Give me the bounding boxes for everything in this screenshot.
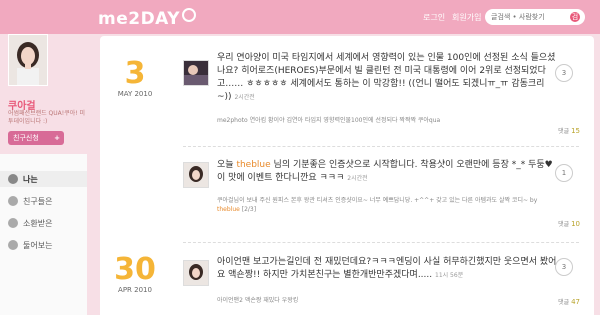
date-month: APR 2010 <box>118 286 152 294</box>
nav-label: 친구들은 <box>23 196 53 206</box>
person-icon <box>8 174 18 184</box>
explore-icon <box>8 240 18 250</box>
timeline: 3 MAY 2010 우리 연아양이 미국 타임지에서 세계에서 영향력이 있는… <box>100 36 594 315</box>
comments-link[interactable]: 댓글 15 <box>530 126 580 135</box>
me2-count-button[interactable]: 1 <box>555 164 573 182</box>
comments-link[interactable]: 댓글 47 <box>530 297 580 306</box>
date-heading: 3 MAY 2010 <box>100 56 170 99</box>
profile-description: 어썸패션브랜드 QUA!쿠아! 미투데이입니다 :) <box>8 110 86 125</box>
post-time[interactable]: 11시 56분 <box>435 272 463 279</box>
post-caption: 쿠아걸님이 보내 주신 원피스 본후 왕관 티셔츠 인증샷이요~ 너무 예쁘답니… <box>217 196 557 214</box>
comments-link[interactable]: 댓글 10 <box>530 219 580 228</box>
divider <box>183 242 579 243</box>
post-text: 아이언맨 보고가는길인데 전 재밌던데요?ㅋㅋㅋ엔딩이 사실 허무하긴했지만 웃… <box>217 256 557 282</box>
post-avatar[interactable] <box>183 260 209 286</box>
caption-text: 쿠아걸님이 보내 주신 원피스 본후 왕관 티셔츠 인증샷이요~ 너무 예쁘답니… <box>217 197 538 204</box>
comments-label: 댓글 <box>558 299 570 306</box>
speech-bubble-icon <box>182 8 197 22</box>
post-body: 오늘 <box>217 160 234 170</box>
post-avatar[interactable] <box>183 162 209 188</box>
post-text: 오늘 theblue 님의 기분좋은 인증샷으로 시작합니다. 착용샷이 오랜만… <box>217 159 557 185</box>
comments-label: 댓글 <box>558 221 570 228</box>
top-bar: me2DAY 로그인 회원가입 검 <box>0 0 600 34</box>
signup-link[interactable]: 회원가입 <box>452 12 481 23</box>
comments-count: 15 <box>571 127 580 135</box>
me2-count-button[interactable]: 3 <box>555 258 573 276</box>
post-time[interactable]: 2시간전 <box>234 94 254 101</box>
post-text: 우리 연아양이 미국 타임지에서 세계에서 영향력이 있는 인물 100인에 선… <box>217 52 557 104</box>
comments-label: 댓글 <box>558 128 570 135</box>
nav-label: 나는 <box>23 174 38 184</box>
nav-item-friends[interactable]: 친구들은 <box>8 193 52 209</box>
mentioned-user-link[interactable]: theblue <box>236 160 270 170</box>
divider <box>183 146 579 147</box>
date-day: 3 <box>124 56 146 91</box>
date-heading: 30 APR 2010 <box>100 252 170 295</box>
nav-item-mentions[interactable]: 소환받은 <box>8 215 52 231</box>
post-avatar[interactable] <box>183 60 209 86</box>
profile-card: 쿠아걸 어썸패션브랜드 QUA!쿠아! 미투데이입니다 :) 친구신청 + <box>0 34 87 154</box>
profile-avatar[interactable] <box>8 34 48 86</box>
mention-icon <box>8 218 18 228</box>
comments-count: 10 <box>571 220 580 228</box>
me2-count-button[interactable]: 3 <box>555 64 573 82</box>
post-body: 우리 연아양이 미국 타임지에서 세계에서 영향력이 있는 인물 100인에 선… <box>217 53 556 102</box>
nav-label: 소환받은 <box>23 218 53 228</box>
post-tags[interactable]: 아이언맨2 액숀짱 재밌다 우왕킹 <box>217 295 557 304</box>
plus-icon: + <box>54 134 60 142</box>
nav-label: 둘어보는 <box>23 240 53 250</box>
post-body: 아이언맨 보고가는길인데 전 재밌던데요?ㅋㅋㅋ엔딩이 사실 허무하긴했지만 웃… <box>217 257 557 280</box>
sidebar-nav: 나는 친구들은 소환받은 둘어보는 <box>0 154 87 315</box>
friends-icon <box>8 196 18 206</box>
search-box: 검 <box>485 9 585 25</box>
search-input[interactable] <box>491 11 569 22</box>
nav-item-me[interactable]: 나는 <box>0 171 87 187</box>
caption-user-link[interactable]: theblue <box>217 206 240 213</box>
date-month: MAY 2010 <box>117 90 153 98</box>
caption-page[interactable]: [2/3] <box>242 206 256 213</box>
add-friend-label: 친구신청 <box>13 134 39 142</box>
post-time[interactable]: 2시간전 <box>347 175 367 182</box>
sidebar: 쿠아걸 어썸패션브랜드 QUA!쿠아! 미투데이입니다 :) 친구신청 + 나는… <box>0 34 87 315</box>
nav-item-explore[interactable]: 둘어보는 <box>8 237 52 253</box>
logo[interactable]: me2DAY <box>98 8 197 29</box>
search-button[interactable]: 검 <box>570 12 580 22</box>
comments-count: 47 <box>571 298 580 306</box>
date-day: 30 <box>114 252 156 287</box>
post-tags[interactable]: me2photo 연아킴 황이야 김연아 타임지 영향력인물100인에 선정되다… <box>217 115 557 124</box>
login-link[interactable]: 로그인 <box>423 12 445 23</box>
add-friend-button[interactable]: 친구신청 + <box>8 131 64 145</box>
